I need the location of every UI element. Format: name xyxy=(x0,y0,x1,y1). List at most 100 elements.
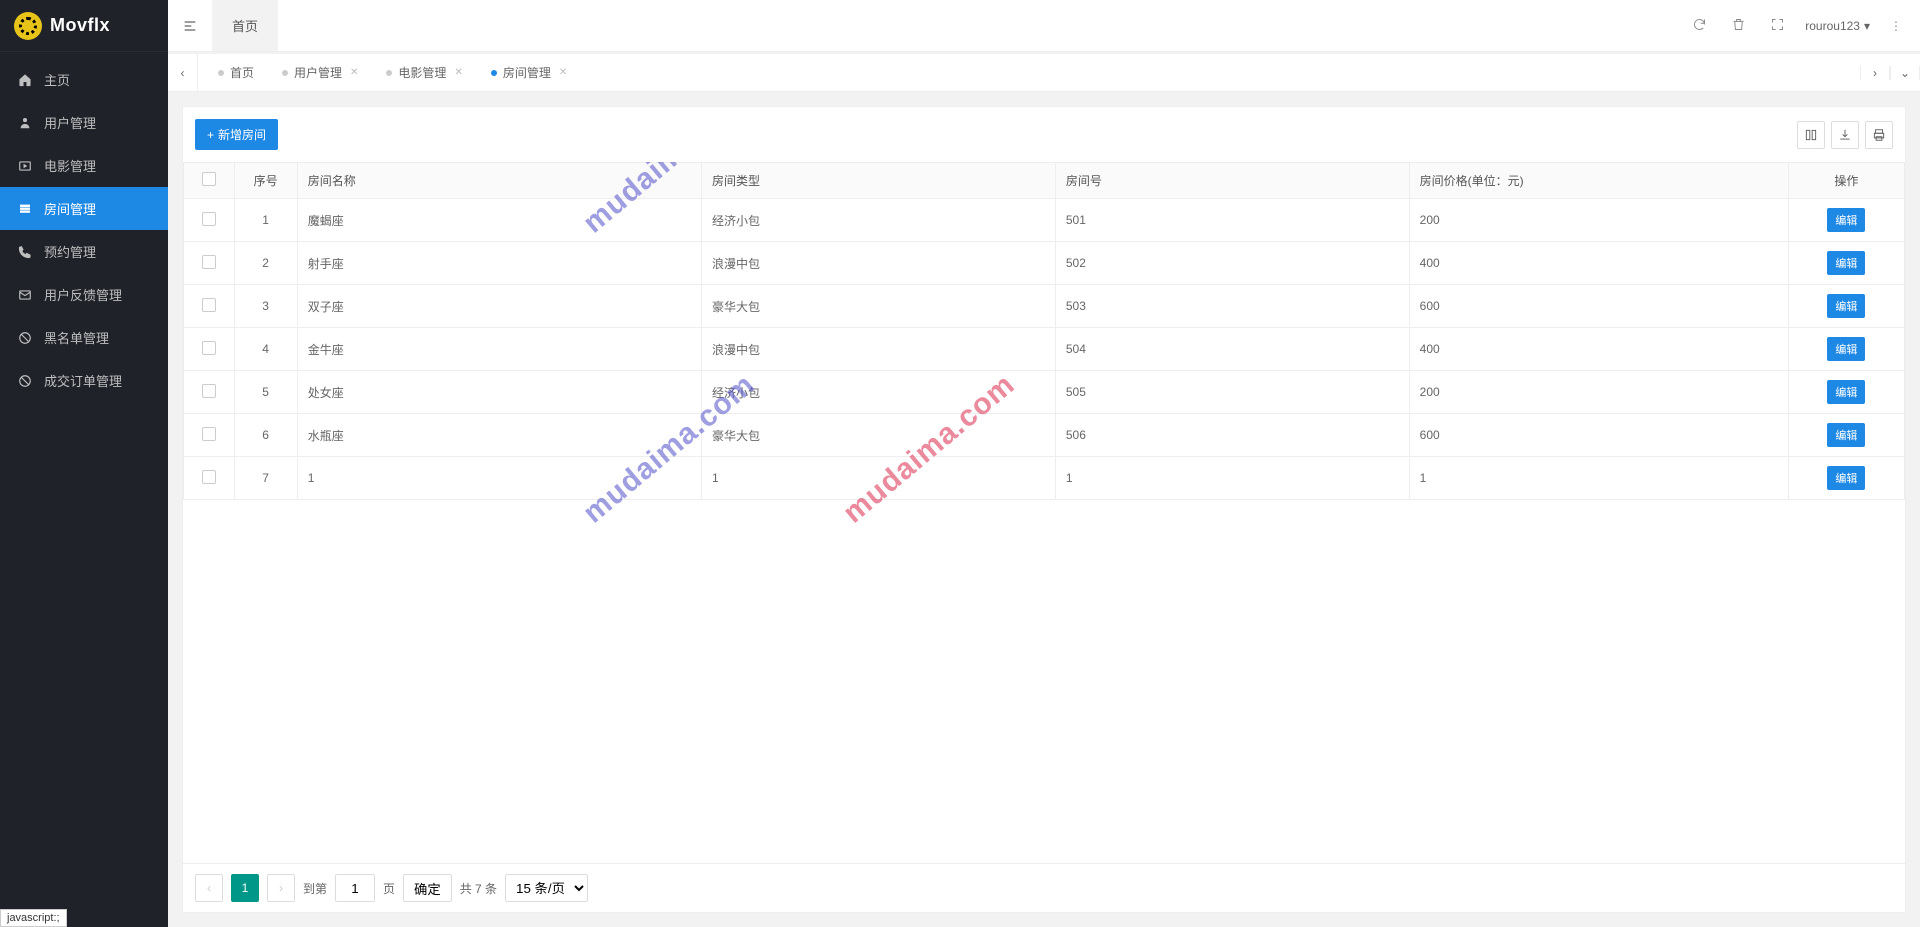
th-index: 序号 xyxy=(234,163,297,199)
row-checkbox[interactable] xyxy=(202,341,216,355)
logo: Movflx xyxy=(0,0,168,52)
tab-label: 首页 xyxy=(230,64,254,81)
edit-button[interactable]: 编辑 xyxy=(1827,208,1865,232)
mail-icon xyxy=(18,288,32,302)
sidebar: Movflx 主页 用户管理 电影管理 房间管理 预约管理 xyxy=(0,0,168,927)
topbar: 首页 rourou123 ▾ ⋮ xyxy=(168,0,1920,52)
menu-toggle[interactable] xyxy=(168,0,212,51)
tab-menu[interactable]: ⌄ xyxy=(1890,66,1920,80)
sidebar-item-users[interactable]: 用户管理 xyxy=(0,101,168,144)
page-size-select[interactable]: 15 条/页 xyxy=(505,874,588,902)
goto-confirm[interactable]: 确定 xyxy=(403,874,452,902)
sidebar-item-label: 用户管理 xyxy=(44,113,96,132)
sidebar-item-feedback[interactable]: 用户反馈管理 xyxy=(0,273,168,316)
cell-type: 经济小包 xyxy=(702,371,1056,414)
cell-type: 浪漫中包 xyxy=(702,328,1056,371)
row-checkbox[interactable] xyxy=(202,298,216,312)
user-icon xyxy=(18,116,32,130)
row-checkbox[interactable] xyxy=(202,212,216,226)
cell-name: 金牛座 xyxy=(297,328,701,371)
user-menu[interactable]: rourou123 ▾ xyxy=(1805,19,1870,33)
close-icon[interactable]: ✕ xyxy=(350,67,358,78)
tab-scroll-left[interactable]: ‹ xyxy=(168,54,198,91)
sidebar-item-home[interactable]: 主页 xyxy=(0,58,168,101)
ban-icon xyxy=(18,331,32,345)
page-suffix: 页 xyxy=(383,880,395,897)
add-room-label: 新增房间 xyxy=(218,126,266,143)
cell-index: 1 xyxy=(234,199,297,242)
tab-label: 房间管理 xyxy=(503,64,551,81)
columns-button[interactable] xyxy=(1797,121,1825,149)
cell-index: 6 xyxy=(234,414,297,457)
ban-icon xyxy=(18,374,32,388)
sidebar-item-label: 房间管理 xyxy=(44,199,96,218)
sidebar-item-label: 用户反馈管理 xyxy=(44,285,122,304)
cell-number: 502 xyxy=(1055,242,1409,285)
cell-index: 3 xyxy=(234,285,297,328)
more-button[interactable]: ⋮ xyxy=(1886,15,1906,37)
sidebar-item-movies[interactable]: 电影管理 xyxy=(0,144,168,187)
sidebar-item-reservations[interactable]: 预约管理 xyxy=(0,230,168,273)
tab-users[interactable]: 用户管理 ✕ xyxy=(268,54,372,92)
tab-movies[interactable]: 电影管理 ✕ xyxy=(372,54,476,92)
cell-number: 505 xyxy=(1055,371,1409,414)
top-tab-label: 首页 xyxy=(232,16,258,35)
row-checkbox[interactable] xyxy=(202,384,216,398)
cell-name: 射手座 xyxy=(297,242,701,285)
play-icon xyxy=(18,159,32,173)
tab-dot-icon xyxy=(218,70,224,76)
tab-home[interactable]: 首页 xyxy=(204,54,268,92)
cell-price: 600 xyxy=(1409,285,1788,328)
page-1[interactable]: 1 xyxy=(231,874,259,902)
page-next[interactable]: › xyxy=(267,874,295,902)
cell-name: 水瓶座 xyxy=(297,414,701,457)
add-room-button[interactable]: + 新增房间 xyxy=(195,119,278,150)
cell-index: 5 xyxy=(234,371,297,414)
top-tab-home[interactable]: 首页 xyxy=(212,0,278,51)
edit-button[interactable]: 编辑 xyxy=(1827,380,1865,404)
edit-button[interactable]: 编辑 xyxy=(1827,251,1865,275)
cell-type: 豪华大包 xyxy=(702,285,1056,328)
row-checkbox[interactable] xyxy=(202,255,216,269)
table-row: 2射手座浪漫中包502400编辑 xyxy=(184,242,1905,285)
table-row: 4金牛座浪漫中包504400编辑 xyxy=(184,328,1905,371)
tab-label: 用户管理 xyxy=(294,64,342,81)
list-icon xyxy=(18,202,32,216)
edit-button[interactable]: 编辑 xyxy=(1827,337,1865,361)
cell-price: 400 xyxy=(1409,328,1788,371)
table-row: 5处女座经济小包505200编辑 xyxy=(184,371,1905,414)
row-checkbox[interactable] xyxy=(202,427,216,441)
fullscreen-button[interactable] xyxy=(1766,13,1789,39)
th-name: 房间名称 xyxy=(297,163,701,199)
goto-input[interactable] xyxy=(335,874,375,902)
trash-button[interactable] xyxy=(1727,13,1750,39)
edit-button[interactable]: 编辑 xyxy=(1827,423,1865,447)
export-button[interactable] xyxy=(1831,121,1859,149)
tab-scroll-right[interactable]: › xyxy=(1860,66,1890,80)
cell-name: 处女座 xyxy=(297,371,701,414)
refresh-button[interactable] xyxy=(1688,13,1711,39)
plus-icon: + xyxy=(207,128,214,142)
main: 首页 rourou123 ▾ ⋮ ‹ 首页 xyxy=(168,0,1920,927)
cell-number: 503 xyxy=(1055,285,1409,328)
cell-number: 506 xyxy=(1055,414,1409,457)
edit-button[interactable]: 编辑 xyxy=(1827,466,1865,490)
sidebar-item-orders[interactable]: 成交订单管理 xyxy=(0,359,168,402)
tab-rooms[interactable]: 房间管理 ✕ xyxy=(477,54,581,92)
cell-type: 1 xyxy=(702,457,1056,500)
cell-number: 504 xyxy=(1055,328,1409,371)
sidebar-item-label: 黑名单管理 xyxy=(44,328,109,347)
close-icon[interactable]: ✕ xyxy=(454,67,462,78)
row-checkbox[interactable] xyxy=(202,470,216,484)
print-button[interactable] xyxy=(1865,121,1893,149)
close-icon[interactable]: ✕ xyxy=(559,67,567,78)
edit-button[interactable]: 编辑 xyxy=(1827,294,1865,318)
page-prev[interactable]: ‹ xyxy=(195,874,223,902)
sidebar-item-label: 成交订单管理 xyxy=(44,371,122,390)
tab-dot-icon xyxy=(386,70,392,76)
sidebar-item-blacklist[interactable]: 黑名单管理 xyxy=(0,316,168,359)
sidebar-item-rooms[interactable]: 房间管理 xyxy=(0,187,168,230)
select-all-checkbox[interactable] xyxy=(202,172,216,186)
tab-label: 电影管理 xyxy=(398,64,446,81)
sidebar-item-label: 主页 xyxy=(44,70,70,89)
